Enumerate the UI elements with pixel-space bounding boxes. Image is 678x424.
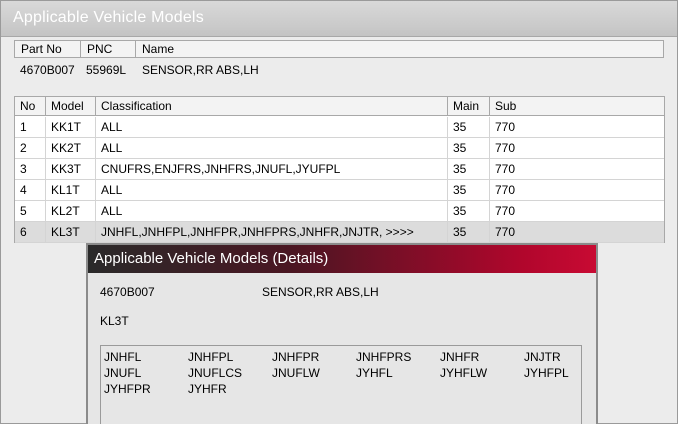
classification-code: JNHFL: [104, 350, 142, 364]
row-model: KK3T: [46, 159, 96, 180]
models-table-header: No Model Classification Main Sub: [15, 97, 664, 116]
classification-code: JYHFPR: [104, 382, 151, 396]
row-sub: 770: [495, 162, 516, 176]
row-classification: ALL: [96, 138, 448, 159]
classification-code: JYHFPL: [524, 366, 569, 380]
row-sub: 770: [495, 225, 516, 239]
classification-codes-box[interactable]: JNHFL JNHFPL JNHFPR JNHFPRS JNHFR JNJTR …: [100, 345, 582, 424]
classification-code: JNUFLW: [272, 366, 320, 380]
name-header[interactable]: Name: [135, 40, 664, 58]
table-row[interactable]: 4 KL1T ALL 35 770: [15, 180, 664, 201]
no-column-header[interactable]: No: [15, 97, 46, 116]
details-part-no: 4670B007: [100, 285, 155, 299]
part-info-panel: Part No PNC Name 4670B007 55969L SENSOR,…: [14, 40, 664, 90]
classification-code: JNHFR: [440, 350, 480, 364]
main-title-bar[interactable]: Applicable Vehicle Models: [1, 1, 677, 37]
row-main: 35: [448, 222, 490, 243]
sub-column-header[interactable]: Sub: [490, 97, 664, 116]
classification-code: JNHFPRS: [356, 350, 412, 364]
row-classification: CNUFRS,ENJFRS,JNHFRS,JNUFL,JYUFPL: [96, 159, 448, 180]
classification-code: JNHFPR: [272, 350, 320, 364]
row-no: 4: [15, 180, 46, 201]
table-row-selected[interactable]: 6 KL3T JNHFL,JNHFPL,JNHFPR,JNHFPRS,JNHFR…: [15, 222, 664, 243]
row-sub: 770: [495, 204, 516, 218]
details-model: KL3T: [100, 314, 129, 328]
row-sub: 770: [495, 183, 516, 197]
row-sub: 770: [495, 141, 516, 155]
part-no-header[interactable]: Part No: [14, 40, 80, 58]
row-no: 2: [15, 138, 46, 159]
details-dialog: Applicable Vehicle Models (Details) 4670…: [86, 243, 598, 424]
row-no: 6: [15, 222, 46, 243]
row-main: 35: [448, 138, 490, 159]
main-window-title: Applicable Vehicle Models: [13, 9, 204, 26]
row-classification: ALL: [96, 117, 448, 138]
row-model: KL1T: [46, 180, 96, 201]
table-row[interactable]: 2 KK2T ALL 35 770: [15, 138, 664, 159]
row-model: KK2T: [46, 138, 96, 159]
model-column-header[interactable]: Model: [46, 97, 96, 116]
row-main: 35: [448, 159, 490, 180]
row-no: 5: [15, 201, 46, 222]
row-classification: ALL: [96, 180, 448, 201]
table-row[interactable]: 1 KK1T ALL 35 770: [15, 117, 664, 138]
row-no: 3: [15, 159, 46, 180]
classification-code: JYHFL: [356, 366, 393, 380]
details-title-bar[interactable]: Applicable Vehicle Models (Details): [88, 245, 596, 273]
row-classification: ALL: [96, 201, 448, 222]
row-sub: 770: [495, 120, 516, 134]
classification-code: JYHFLW: [440, 366, 488, 380]
details-title: Applicable Vehicle Models (Details): [94, 250, 329, 267]
main-column-header[interactable]: Main: [448, 97, 490, 116]
classification-code: JNUFLCS: [188, 366, 243, 380]
row-main: 35: [448, 117, 490, 138]
details-part-name: SENSOR,RR ABS,LH: [262, 285, 379, 299]
classification-code: JYHFR: [188, 382, 227, 396]
classification-column-header[interactable]: Classification: [96, 97, 448, 116]
row-model: KK1T: [46, 117, 96, 138]
row-classification: JNHFL,JNHFPL,JNHFPR,JNHFPRS,JNHFR,JNJTR,…: [96, 222, 448, 243]
pnc-header[interactable]: PNC: [80, 40, 135, 58]
row-model: KL3T: [46, 222, 96, 243]
name-value: SENSOR,RR ABS,LH: [142, 63, 259, 77]
table-row[interactable]: 5 KL2T ALL 35 770: [15, 201, 664, 222]
row-main: 35: [448, 180, 490, 201]
classification-code: JNJTR: [524, 350, 561, 364]
pnc-value: 55969L: [86, 63, 127, 77]
classification-code: JNUFL: [104, 366, 142, 380]
models-table: No Model Classification Main Sub 1 KK1T …: [14, 96, 665, 243]
row-model: KL2T: [46, 201, 96, 222]
table-row[interactable]: 3 KK3T CNUFRS,ENJFRS,JNHFRS,JNUFL,JYUFPL…: [15, 159, 664, 180]
row-main: 35: [448, 201, 490, 222]
classification-code: JNHFPL: [188, 350, 234, 364]
part-no-value: 4670B007: [20, 63, 75, 77]
row-no: 1: [15, 117, 46, 138]
